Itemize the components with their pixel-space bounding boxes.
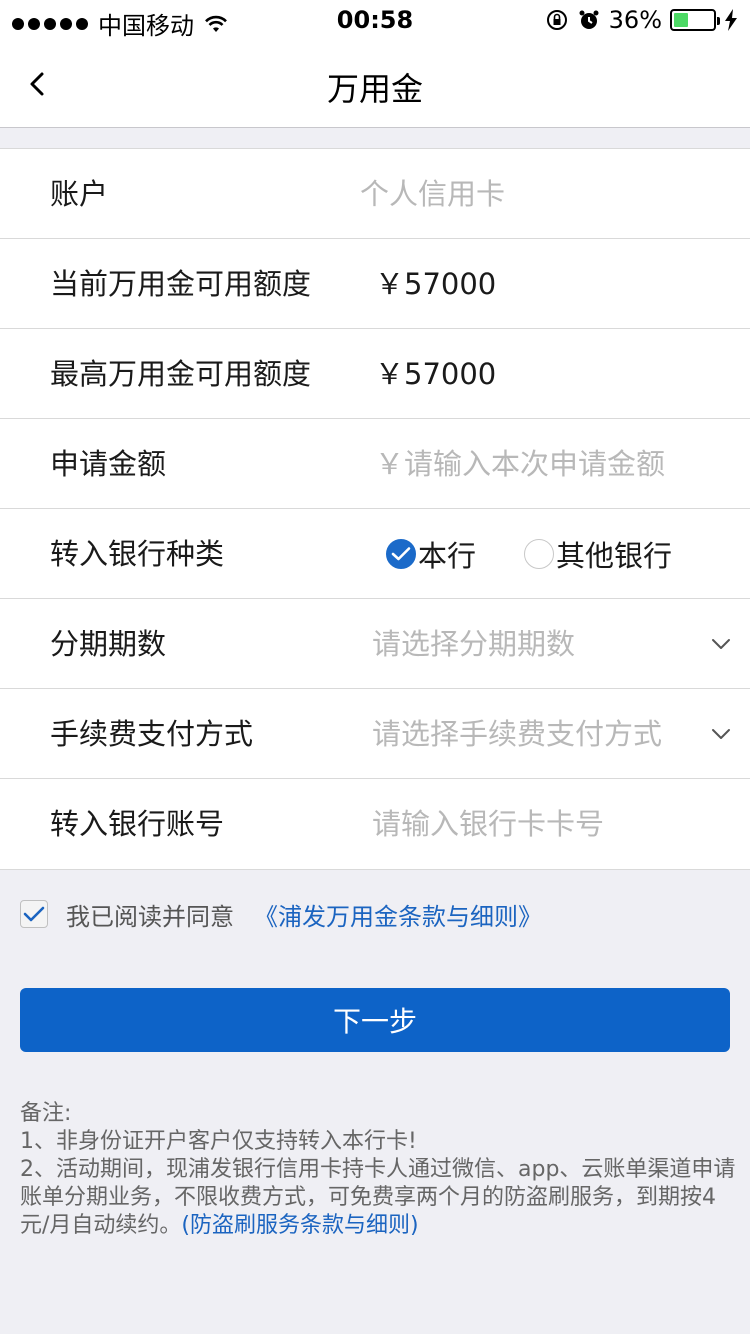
notes-line-2: 2、活动期间，现浦发银行信用卡持卡人通过微信、app、云账单渠道申请账单分期业务…: [20, 1156, 740, 1240]
status-bar-right: 36%: [545, 6, 738, 34]
current-limit-row: 当前万用金可用额度 ￥57000: [0, 239, 750, 329]
max-limit-label: 最高万用金可用额度: [50, 357, 312, 391]
installments-select[interactable]: 请选择分期期数: [372, 599, 575, 689]
agreement-text: 我已阅读并同意: [66, 902, 234, 931]
bank-account-row[interactable]: 转入银行账号 请输入银行卡卡号: [0, 779, 750, 869]
apply-amount-label: 申请金额: [50, 447, 167, 481]
status-bar: 中国移动 00:58 36%: [0, 0, 750, 40]
current-limit-value: ￥57000: [375, 267, 497, 301]
apply-amount-input[interactable]: ￥请输入本次申请金额: [375, 419, 665, 509]
rotation-lock-icon: [546, 10, 567, 30]
account-label: 账户: [50, 177, 109, 211]
page-title: 万用金: [326, 70, 423, 108]
charging-bolt-icon: [725, 9, 737, 31]
battery-icon: [670, 9, 720, 31]
bank-type-label: 转入银行种类: [50, 537, 225, 571]
radio-other-bank-label: 其他银行: [556, 539, 673, 573]
bank-account-label: 转入银行账号: [50, 807, 225, 841]
fee-method-select[interactable]: 请选择手续费支付方式: [372, 689, 662, 779]
alarm-icon: [579, 10, 599, 29]
agreement-row: 我已阅读并同意 《浦发万用金条款与细则》: [20, 897, 542, 931]
notes-line-1: 1、非身份证开户客户仅支持转入本行卡!: [20, 1129, 417, 1154]
navigation-bar: 万用金: [0, 40, 750, 128]
fee-method-row[interactable]: 手续费支付方式 请选择手续费支付方式: [0, 689, 750, 779]
agreement-terms-link[interactable]: 《浦发万用金条款与细则》: [254, 897, 542, 932]
bank-type-radio-group: 本行 其他银行: [386, 509, 720, 599]
notes-section: 备注: 1、非身份证开户客户仅支持转入本行卡! 2、活动期间，现浦发银行信用卡持…: [20, 1100, 740, 1240]
agreement-checkbox[interactable]: [20, 900, 48, 928]
max-limit-row: 最高万用金可用额度 ￥57000: [0, 329, 750, 419]
current-limit-label: 当前万用金可用额度: [50, 267, 312, 301]
notes-title: 备注:: [20, 1101, 72, 1126]
radio-own-bank[interactable]: 本行: [386, 533, 476, 575]
application-form: 账户 个人信用卡 当前万用金可用额度 ￥57000 最高万用金可用额度 ￥570…: [0, 148, 750, 870]
radio-other-bank[interactable]: 其他银行: [524, 533, 672, 575]
installments-row[interactable]: 分期期数 请选择分期期数: [0, 599, 750, 689]
max-limit-value: ￥57000: [375, 357, 497, 391]
anti-fraud-terms-link[interactable]: (防盗刷服务条款与细则): [181, 1213, 418, 1238]
radio-own-bank-label: 本行: [418, 539, 477, 573]
chevron-down-icon[interactable]: [710, 723, 732, 745]
next-step-button[interactable]: 下一步: [20, 988, 730, 1052]
battery-fill: [674, 13, 688, 27]
battery-percent: 36%: [608, 6, 662, 34]
apply-amount-row[interactable]: 申请金额 ￥请输入本次申请金额: [0, 419, 750, 509]
account-value: 个人信用卡: [360, 177, 506, 211]
radio-checked-icon: [386, 539, 416, 569]
fee-method-label: 手续费支付方式: [50, 717, 254, 751]
checkmark-icon: [23, 906, 45, 922]
radio-unchecked-icon: [524, 539, 555, 569]
bank-account-input[interactable]: 请输入银行卡卡号: [372, 779, 604, 869]
installments-label: 分期期数: [50, 627, 167, 661]
bank-type-row: 转入银行种类 本行 其他银行: [0, 509, 750, 599]
chevron-down-icon[interactable]: [710, 633, 732, 655]
account-row[interactable]: 账户 个人信用卡: [0, 149, 750, 239]
